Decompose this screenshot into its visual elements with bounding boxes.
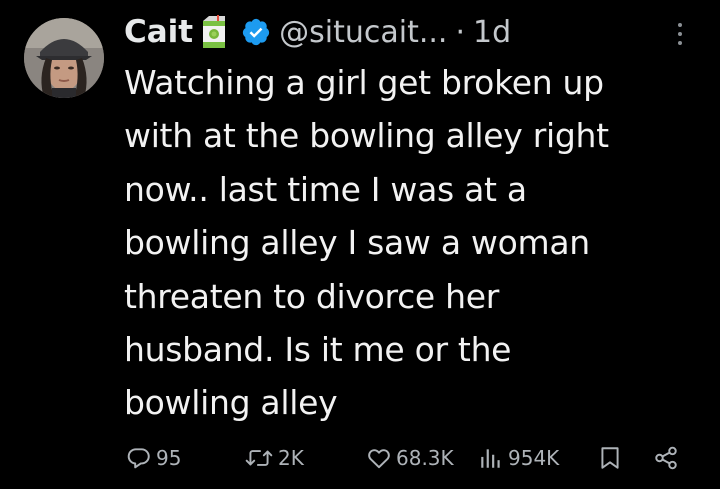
heart-icon [368, 449, 390, 469]
reply-icon [127, 448, 150, 469]
view-count: 954K [508, 446, 560, 470]
juice-box-emoji-icon [201, 15, 227, 49]
action-bar: 95 2K 68.3K 954K [0, 438, 720, 478]
repost-count: 2K [278, 446, 304, 470]
more-options-icon[interactable] [670, 16, 690, 52]
verified-badge-icon [241, 17, 271, 47]
tweet-text: Watching a girl get broken up with at th… [124, 56, 704, 430]
repost-icon [245, 450, 273, 466]
tweet-header: Cait @situcait... · 1d [124, 10, 511, 54]
separator-dot: · [455, 14, 465, 50]
tweet-text-line: with at the bowling alley right [124, 116, 609, 156]
share-button[interactable] [652, 438, 680, 478]
views-chart-icon [481, 449, 500, 468]
share-icon [655, 446, 677, 470]
tweet-text-line: Watching a girl get broken up [124, 63, 604, 102]
reply-button[interactable]: 95 [126, 438, 181, 478]
timestamp[interactable]: 1d [473, 15, 511, 50]
tweet-text-line: threaten to divorce her [124, 276, 499, 316]
avatar[interactable] [24, 18, 104, 98]
handle[interactable]: @situcait... [279, 15, 447, 50]
avatar-image [24, 18, 104, 98]
display-name[interactable]: Cait [124, 14, 193, 50]
like-count: 68.3K [396, 446, 454, 470]
bookmark-icon [601, 447, 619, 469]
tweet-text-line: now.. last time I was at a [124, 169, 527, 209]
tweet[interactable]: Cait @situcait... · 1d Watching a girl g… [0, 0, 720, 489]
reply-count: 95 [156, 446, 182, 470]
views-button[interactable]: 954K [478, 438, 559, 478]
like-button[interactable]: 68.3K [366, 438, 454, 478]
bookmark-button[interactable] [598, 438, 622, 478]
tweet-text-line: bowling alley I saw a woman [124, 223, 590, 263]
repost-button[interactable]: 2K [244, 438, 304, 478]
tweet-text-line: bowling alley [124, 383, 338, 423]
tweet-text-line: husband. Is it me or the [124, 330, 512, 370]
